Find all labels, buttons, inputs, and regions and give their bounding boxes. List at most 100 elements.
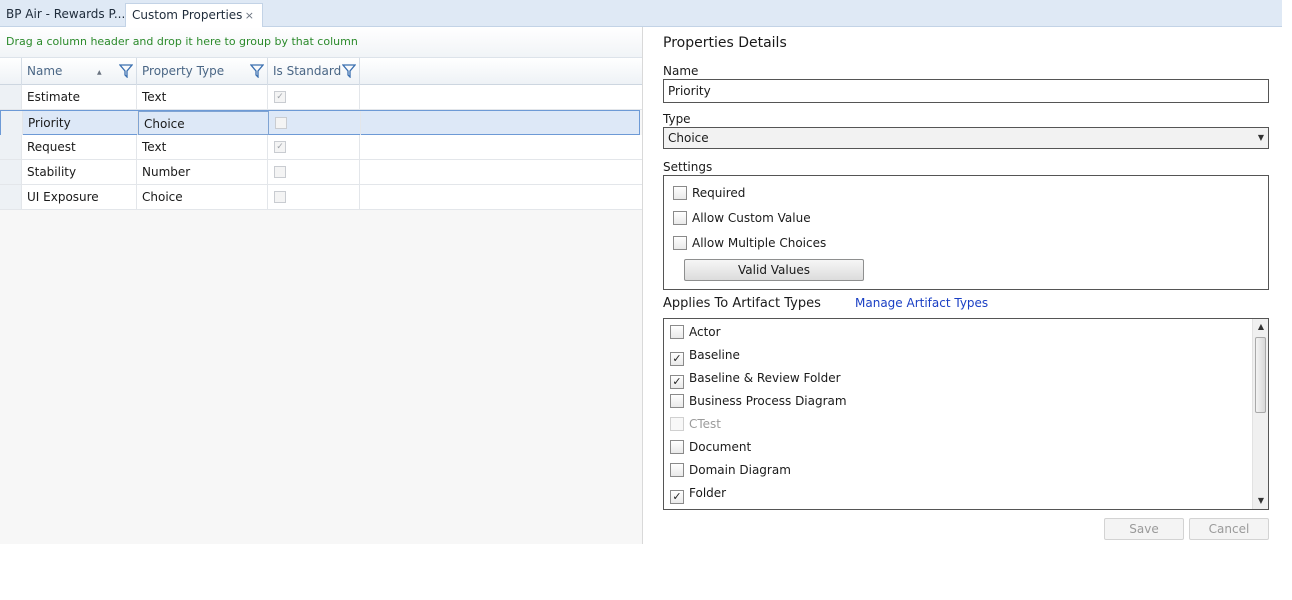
- checkbox-label: Required: [692, 186, 746, 200]
- cell-property-type[interactable]: Number: [137, 160, 268, 184]
- cell-name[interactable]: Priority: [23, 111, 138, 135]
- table-row[interactable]: Stability Number: [0, 160, 642, 185]
- checkbox-box: [673, 236, 687, 250]
- sort-ascending-icon: ▲: [97, 69, 102, 76]
- type-select[interactable]: Choice ▼: [663, 127, 1269, 149]
- grid-header: Name ▲ Property Type Is Standard: [0, 58, 642, 85]
- tab-bp-air-rewards[interactable]: BP Air - Rewards P...: [0, 3, 124, 27]
- checkbox-label: Business Process Diagram: [689, 394, 847, 408]
- allow-multiple-choices-checkbox[interactable]: Allow Multiple Choices: [673, 234, 826, 252]
- list-item[interactable]: ✓ Baseline: [670, 346, 740, 366]
- scroll-thumb[interactable]: [1255, 337, 1266, 413]
- valid-values-button[interactable]: Valid Values: [684, 259, 864, 281]
- list-item[interactable]: Business Process Diagram: [670, 392, 847, 410]
- column-header-is-standard[interactable]: Is Standard: [268, 58, 360, 85]
- is-standard-checkbox: [274, 191, 286, 203]
- cell-property-type[interactable]: Text: [137, 85, 268, 109]
- is-standard-checkbox: [275, 117, 287, 129]
- checkbox-box: [670, 394, 684, 408]
- row-indicator[interactable]: [1, 111, 23, 135]
- checkbox-box: ✓: [670, 352, 684, 366]
- properties-details-panel: Properties Details Name Priority Type Ch…: [643, 27, 1292, 600]
- cell-name[interactable]: Request: [22, 135, 137, 159]
- list-item[interactable]: Actor: [670, 323, 721, 341]
- document-tab-strip: BP Air - Rewards P... Custom Properties …: [0, 0, 1282, 28]
- checkbox-label: Document: [689, 440, 752, 454]
- cell-name[interactable]: Estimate: [22, 85, 137, 109]
- tab-custom-properties[interactable]: Custom Properties ×: [125, 3, 263, 28]
- checkbox-box: [670, 463, 684, 477]
- cell-is-standard[interactable]: [268, 160, 360, 184]
- applies-to-label: Applies To Artifact Types: [663, 296, 821, 311]
- row-indicator[interactable]: [0, 160, 22, 184]
- column-header-name[interactable]: Name ▲: [22, 58, 137, 85]
- row-indicator[interactable]: [0, 135, 22, 159]
- table-row[interactable]: UI Exposure Choice: [0, 185, 642, 210]
- group-by-hint: Drag a column header and drop it here to…: [6, 35, 358, 48]
- checkbox-box: [670, 325, 684, 339]
- list-item[interactable]: Document: [670, 438, 751, 456]
- table-row[interactable]: Request Text ✓: [0, 135, 642, 160]
- column-header-property-type[interactable]: Property Type: [137, 58, 268, 85]
- checkbox-box: ✓: [670, 375, 684, 389]
- checkbox-label: Domain Diagram: [689, 463, 791, 477]
- name-label: Name: [663, 64, 699, 78]
- checkbox-label: Baseline: [689, 348, 740, 362]
- cancel-button[interactable]: Cancel: [1189, 518, 1269, 540]
- cell-is-standard[interactable]: ✓: [268, 85, 360, 109]
- row-indicator-header: [0, 58, 22, 85]
- settings-label: Settings: [663, 160, 713, 174]
- panel-title: Properties Details: [663, 35, 787, 51]
- list-item[interactable]: Domain Diagram: [670, 461, 791, 479]
- cell-is-standard[interactable]: [269, 111, 361, 135]
- cell-name[interactable]: UI Exposure: [22, 185, 137, 209]
- checkbox-box: [670, 440, 684, 454]
- checkbox-label: Folder: [689, 486, 727, 500]
- checkbox-label: CTest: [689, 417, 722, 431]
- filter-icon[interactable]: [119, 64, 133, 78]
- filter-icon[interactable]: [250, 64, 264, 78]
- allow-custom-value-checkbox[interactable]: Allow Custom Value: [673, 209, 811, 227]
- list-item[interactable]: ✓ Folder: [670, 484, 727, 504]
- table-row-selected[interactable]: Priority Choice: [0, 110, 640, 135]
- type-select-value: Choice: [668, 131, 709, 145]
- is-standard-checkbox: [274, 166, 286, 178]
- column-header-label: Is Standard: [273, 64, 342, 78]
- row-indicator[interactable]: [0, 185, 22, 209]
- grid-rows: Estimate Text ✓ Priority Choice Request …: [0, 85, 642, 210]
- name-input[interactable]: Priority: [663, 79, 1269, 103]
- checkbox-box: [673, 211, 687, 225]
- row-indicator[interactable]: [0, 85, 22, 109]
- group-by-panel[interactable]: Drag a column header and drop it here to…: [0, 27, 642, 58]
- properties-grid: Drag a column header and drop it here to…: [0, 27, 643, 544]
- manage-artifact-types-link[interactable]: Manage Artifact Types: [855, 296, 988, 310]
- cell-property-type[interactable]: Choice: [138, 111, 269, 135]
- checkbox-label: Baseline & Review Folder: [689, 371, 841, 385]
- save-button[interactable]: Save: [1104, 518, 1184, 540]
- settings-group: Required Allow Custom Value Allow Multip…: [663, 175, 1269, 290]
- checkbox-box: [670, 417, 684, 431]
- is-standard-checkbox: ✓: [274, 141, 286, 153]
- vertical-scrollbar[interactable]: ▲ ▼: [1252, 319, 1268, 509]
- cell-is-standard[interactable]: [268, 185, 360, 209]
- tab-label: Custom Properties: [132, 8, 243, 22]
- close-icon[interactable]: ×: [245, 4, 254, 27]
- cell-property-type[interactable]: Text: [137, 135, 268, 159]
- scroll-up-icon[interactable]: ▲: [1253, 319, 1268, 335]
- table-row[interactable]: Estimate Text ✓: [0, 85, 642, 110]
- is-standard-checkbox: ✓: [274, 91, 286, 103]
- artifact-types-list: Actor ✓ Baseline ✓ Baseline & Review Folde…: [663, 318, 1269, 510]
- cell-name[interactable]: Stability: [22, 160, 137, 184]
- list-item[interactable]: ✓ Baseline & Review Folder: [670, 369, 841, 389]
- filter-icon[interactable]: [342, 64, 356, 78]
- type-label: Type: [663, 112, 691, 126]
- dropdown-arrow-icon: ▼: [1257, 133, 1264, 142]
- checkbox-box: [673, 186, 687, 200]
- checkbox-label: Actor: [689, 325, 721, 339]
- checkbox-box: ✓: [670, 490, 684, 504]
- cell-property-type[interactable]: Choice: [137, 185, 268, 209]
- checkbox-label: Allow Custom Value: [692, 211, 811, 225]
- required-checkbox[interactable]: Required: [673, 184, 745, 202]
- scroll-down-icon[interactable]: ▼: [1253, 493, 1268, 509]
- cell-is-standard[interactable]: ✓: [268, 135, 360, 159]
